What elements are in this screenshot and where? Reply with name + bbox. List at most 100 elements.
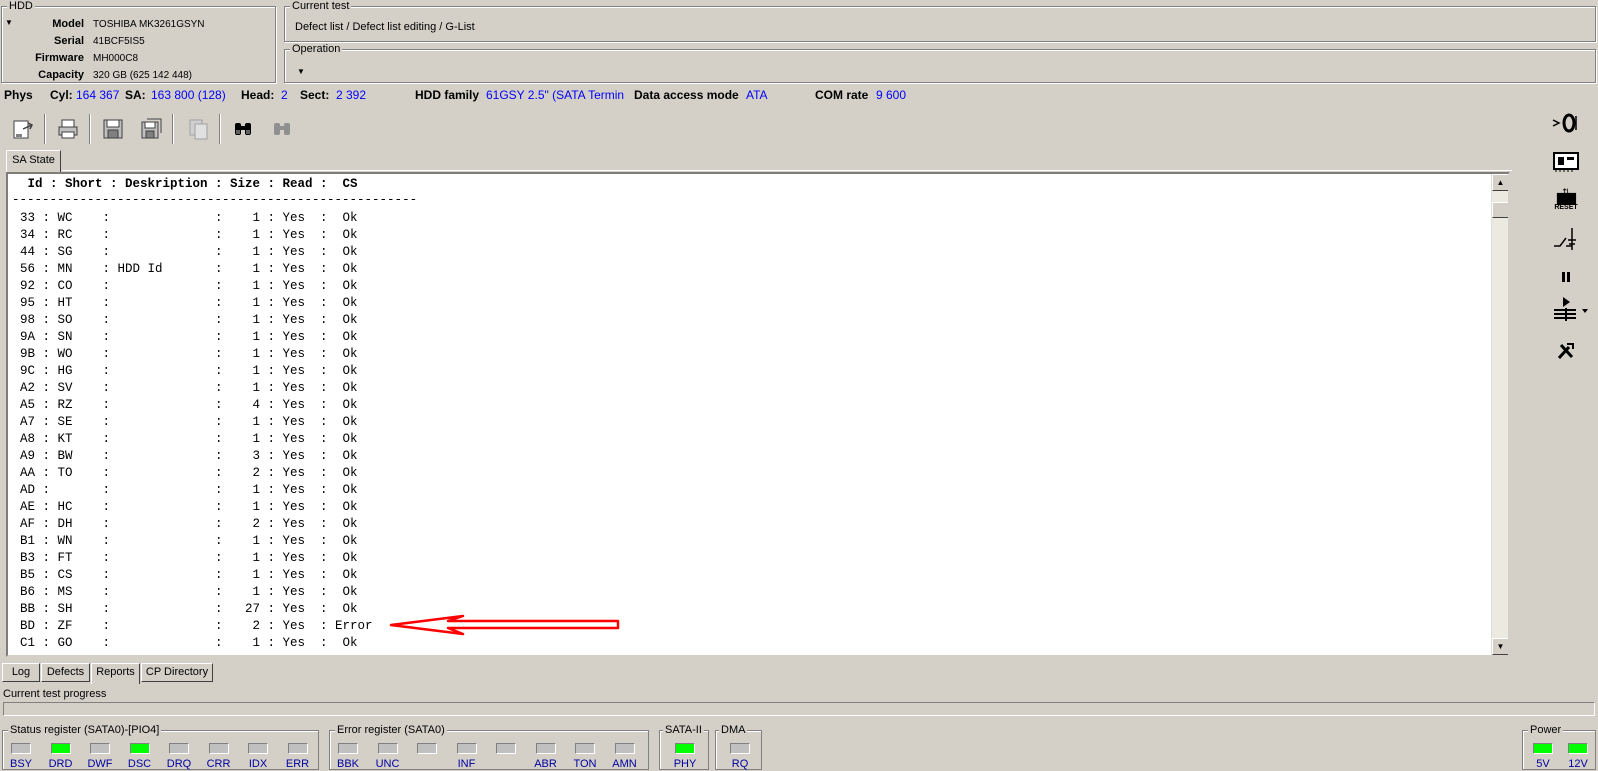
- report-row: AE : HC : : 1 : Yes : Ok: [20, 500, 358, 514]
- cyl-label: Cyl:: [50, 88, 73, 102]
- led-indicator: [129, 743, 150, 754]
- save-all-icon[interactable]: [134, 112, 168, 146]
- led-12v: 12V: [1560, 743, 1596, 771]
- tab-sa-state-label: SA State: [12, 154, 55, 166]
- error-led-blank-4: [488, 743, 524, 757]
- tools-icon[interactable]: [1546, 336, 1586, 366]
- head-value: 2: [281, 88, 288, 102]
- tab-defects[interactable]: Defects: [41, 663, 90, 682]
- current-test-value: Defect list / Defect list editing / G-Li…: [295, 21, 475, 33]
- pause-icon[interactable]: [1546, 262, 1586, 292]
- led-indicator: [338, 743, 358, 754]
- current-test-panel: Current test Defect list / Defect list e…: [284, 0, 1596, 42]
- copy-icon[interactable]: [181, 112, 215, 146]
- tab-log-label: Log: [11, 666, 31, 678]
- find-icon[interactable]: [226, 112, 260, 146]
- sect-label: Sect:: [300, 88, 330, 102]
- led-5v-indicator: [1533, 743, 1553, 754]
- led-indicator: [456, 743, 477, 754]
- status-led-drd: DRD: [43, 743, 79, 771]
- report-row: B5 : CS : : 1 : Yes : Ok: [20, 568, 358, 582]
- hdd-serial-label: Serial: [54, 35, 84, 47]
- report-toolbar: [4, 110, 1536, 150]
- head-label: Head:: [241, 88, 275, 102]
- scroll-up-icon[interactable]: ▲: [1492, 174, 1508, 191]
- phys-label: Phys: [4, 88, 33, 102]
- operation-dropdown-icon[interactable]: ▼: [297, 68, 305, 76]
- led-indicator: [208, 743, 229, 754]
- play-menu-icon[interactable]: [1540, 292, 1596, 328]
- hdd-capacity-label: Capacity: [38, 69, 84, 81]
- scroll-down-icon[interactable]: ▼: [1492, 638, 1508, 655]
- led-indicator: [496, 743, 516, 754]
- scroll-thumb[interactable]: [1492, 202, 1508, 218]
- access-mode-label: Data access mode: [634, 88, 739, 102]
- progress-title: Current test progress: [3, 688, 107, 700]
- led-indicator: [377, 743, 398, 754]
- led-12v-indicator: [1568, 743, 1588, 754]
- hdd-firmware-label: Firmware: [35, 52, 84, 64]
- report-header: Id : Short : Deskription : Size : Read :…: [20, 177, 358, 191]
- report-view[interactable]: Id : Short : Deskription : Size : Read :…: [6, 172, 1510, 657]
- report-row: 95 : HT : : 1 : Yes : Ok: [20, 296, 358, 310]
- zero-icon[interactable]: [1546, 108, 1586, 138]
- dma-title: DMA: [719, 724, 748, 737]
- report-scrollbar[interactable]: ▲ ▼: [1491, 174, 1508, 655]
- status-led-err: ERR: [280, 743, 316, 771]
- led-rq-indicator: [730, 743, 750, 754]
- report-row: AA : TO : : 2 : Yes : Ok: [20, 466, 358, 480]
- tab-reports[interactable]: Reports: [91, 663, 140, 684]
- hdd-capacity-row: Capacity 320 GB (625 142 448): [2, 67, 272, 84]
- report-row: A5 : RZ : : 4 : Yes : Ok: [20, 398, 358, 412]
- save-icon[interactable]: [96, 112, 130, 146]
- operation-title: Operation: [290, 43, 343, 56]
- led-indicator: [575, 743, 595, 754]
- reset-icon[interactable]: ⇅ ███ RESET: [1546, 182, 1586, 218]
- led-indicator: [90, 743, 110, 754]
- power-switch-icon[interactable]: [1546, 224, 1586, 254]
- power-title: Power: [1528, 724, 1564, 737]
- export-icon[interactable]: [6, 112, 40, 146]
- error-led-unc: UNC: [370, 743, 406, 771]
- led-indicator: [417, 743, 437, 754]
- report-row: B1 : WN : : 1 : Yes : Ok: [20, 534, 358, 548]
- status-led-dsc: DSC: [122, 743, 158, 771]
- report-row: AD : : : 1 : Yes : Ok: [20, 483, 358, 497]
- led-indicator: [169, 743, 189, 754]
- tab-cp-directory[interactable]: CP Directory: [141, 663, 213, 682]
- report-row: B3 : FT : : 1 : Yes : Ok: [20, 551, 358, 565]
- report-row: 34 : RC : : 1 : Yes : Ok: [20, 228, 358, 242]
- error-led-inf: INF: [449, 743, 485, 771]
- report-row: 33 : WC : : 1 : Yes : Ok: [20, 211, 358, 225]
- report-row: BD : ZF : : 2 : Yes : Error: [20, 619, 373, 633]
- led-phy: PHY: [667, 743, 703, 771]
- tab-sa-state[interactable]: SA State: [6, 150, 61, 172]
- error-led-bbk: BBK: [330, 743, 366, 771]
- report-row: BB : SH : : 27 : Yes : Ok: [20, 602, 358, 616]
- com-rate-label: COM rate: [815, 88, 869, 102]
- report-row: A8 : KT : : 1 : Yes : Ok: [20, 432, 358, 446]
- error-led-blank-2: [409, 743, 445, 757]
- status-register-title: Status register (SATA0)-[PIO4]: [8, 724, 162, 737]
- error-arrow-annotation: [389, 614, 620, 636]
- status-led-drq: DRQ: [161, 743, 197, 771]
- report-row: C1 : GO : : 1 : Yes : Ok: [20, 636, 358, 650]
- hdd-firmware-row: Firmware MH000C8: [2, 50, 272, 67]
- report-row: 9C : HG : : 1 : Yes : Ok: [20, 364, 358, 378]
- led-5v: 5V: [1525, 743, 1561, 771]
- tab-log[interactable]: Log: [2, 663, 40, 682]
- current-test-title: Current test: [290, 0, 352, 13]
- sa-value: 163 800 (128): [151, 88, 226, 102]
- print-icon[interactable]: [51, 112, 85, 146]
- power-panel: Power 5V 12V: [1522, 724, 1596, 771]
- cyl-value: 164 367: [76, 88, 120, 102]
- hdd-serial-value: 41BCF5IS5: [93, 36, 145, 47]
- led-indicator: [535, 743, 556, 754]
- sata-panel: SATA-II PHY: [659, 724, 709, 771]
- report-row: 9B : WO : : 1 : Yes : Ok: [20, 347, 358, 361]
- board-icon[interactable]: [1546, 146, 1586, 176]
- dma-panel: DMA RQ: [715, 724, 762, 771]
- find-next-icon[interactable]: [265, 112, 299, 146]
- led-rq: RQ: [722, 743, 758, 771]
- hdd-capacity-value: 320 GB (625 142 448): [93, 70, 192, 81]
